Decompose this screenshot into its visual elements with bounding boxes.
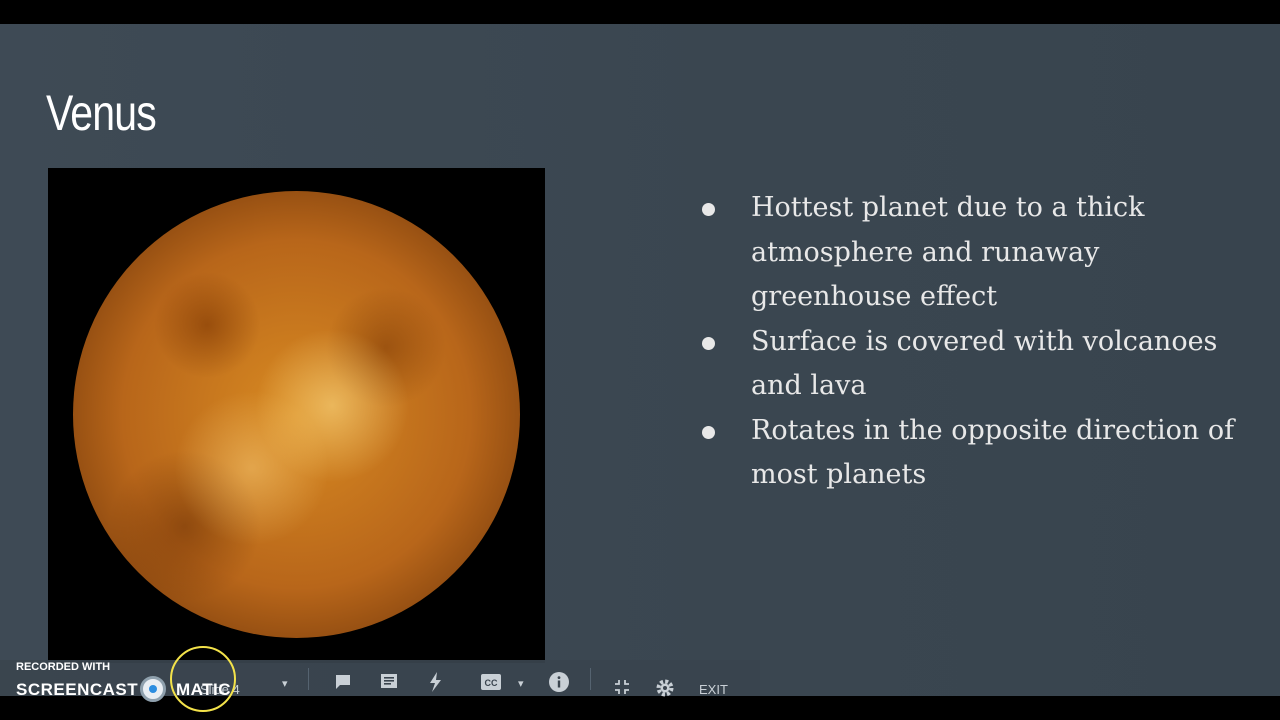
speaker-notes-icon[interactable] <box>380 673 398 691</box>
bullet-dot-icon <box>702 425 715 439</box>
chevron-down-icon[interactable]: ▾ <box>518 677 524 690</box>
gear-icon[interactable] <box>655 678 675 698</box>
bullet-item: Rotates in the opposite direction of mos… <box>700 409 1240 498</box>
presentation-slide: Venus Hottest planet due to a thick atmo… <box>0 24 1280 696</box>
recorded-with-label: RECORDED WITH <box>16 661 111 673</box>
exit-fullscreen-icon[interactable] <box>614 680 630 694</box>
slide-title: Venus <box>46 85 157 141</box>
toolbar-divider <box>590 668 591 690</box>
svg-text:CC: CC <box>485 678 498 688</box>
screencast-brand-text: SCREENCAST <box>16 680 139 699</box>
info-icon[interactable] <box>549 672 569 692</box>
bullet-dot-icon <box>702 336 715 350</box>
bullet-item: Surface is covered with volcanoes and la… <box>700 320 1240 409</box>
venus-image <box>48 168 545 663</box>
captions-icon[interactable]: CC <box>481 674 501 690</box>
exit-button[interactable]: EXIT <box>699 682 728 697</box>
bullet-list: Hottest planet due to a thick atmosphere… <box>700 186 1240 498</box>
venus-planet-graphic <box>73 191 520 638</box>
laser-pointer-icon[interactable] <box>428 672 442 692</box>
bullet-item: Hottest planet due to a thick atmosphere… <box>700 186 1240 320</box>
toolbar-divider <box>308 668 309 690</box>
chevron-down-icon[interactable]: ▾ <box>282 677 288 690</box>
cursor-highlight-ring <box>170 646 236 712</box>
comment-icon[interactable] <box>334 674 352 690</box>
bullet-dot-icon <box>702 203 715 216</box>
screencast-logo-icon <box>140 676 166 702</box>
